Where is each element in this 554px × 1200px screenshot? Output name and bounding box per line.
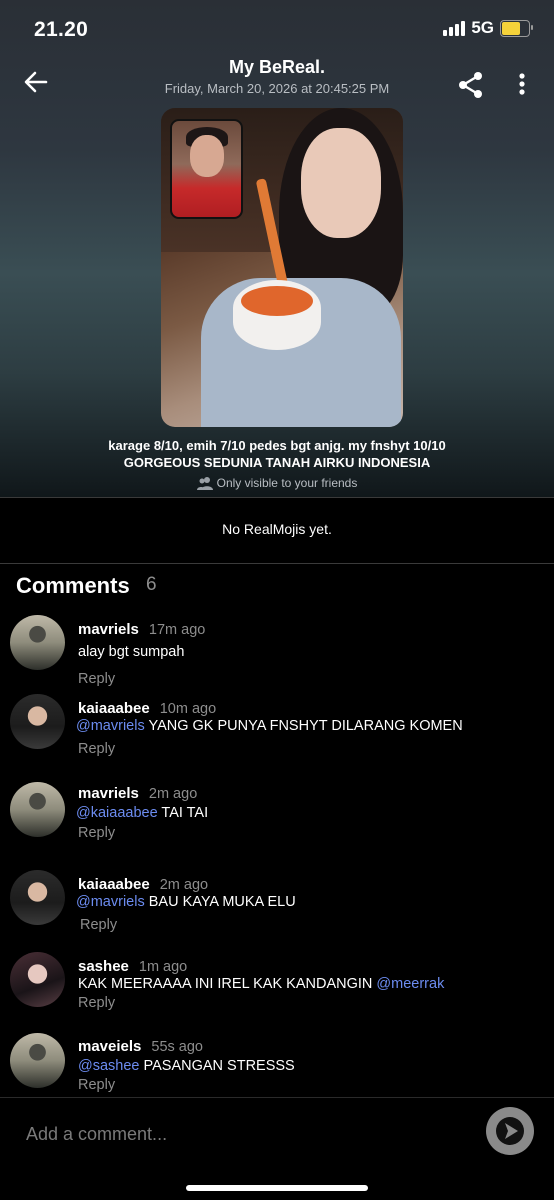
visibility-label: Only visible to your friends (216, 476, 358, 490)
more-options-button[interactable] (512, 70, 532, 100)
reply-button[interactable]: Reply (78, 995, 115, 1011)
caption-line-1: karage 8/10, emih 7/10 pedes bgt anjg. m… (108, 438, 446, 453)
bereal-front-camera-inset[interactable] (170, 119, 243, 219)
more-vertical-icon (519, 73, 525, 95)
avatar[interactable] (10, 694, 65, 749)
comment-time: 55s ago (151, 1039, 203, 1055)
signal-icon (443, 20, 466, 36)
reply-button[interactable]: Reply (78, 825, 115, 841)
visibility-note: Only visible to your friends (0, 476, 554, 490)
reply-button[interactable]: Reply (80, 917, 117, 933)
share-button[interactable] (456, 70, 486, 100)
comment-text: @mavriels BAU KAYA MUKA ELU (76, 894, 296, 910)
avatar[interactable] (10, 1033, 65, 1088)
mention-link[interactable]: @mavriels (76, 718, 145, 734)
avatar[interactable] (10, 952, 65, 1007)
avatar[interactable] (10, 782, 65, 837)
comment-text: alay bgt sumpah (78, 644, 185, 660)
home-indicator (186, 1185, 368, 1191)
caption-line-2: GORGEOUS SEDUNIA TANAH AIRKU INDONESIA (123, 455, 431, 470)
mention-link[interactable]: @sashee (78, 1058, 139, 1074)
comment-text: @sashee PASANGAN STRESSS (78, 1058, 295, 1074)
comment-time: 17m ago (148, 622, 206, 638)
comment-author[interactable]: mavriels 2m ago (78, 785, 197, 802)
comments-title: Comments (16, 573, 130, 598)
comment-author[interactable]: maveiels 55s ago (78, 1038, 203, 1055)
comment-author[interactable]: kaiaaabee 10m ago (78, 700, 216, 717)
comment-author[interactable]: mavriels 17m ago (78, 621, 205, 638)
comment-time: 10m ago (159, 701, 217, 717)
status-time: 21.20 (34, 18, 89, 41)
send-button[interactable] (486, 1107, 534, 1155)
comment-text: KAK MEERAAAA INI IREL KAK KANDANGIN @mee… (78, 976, 445, 992)
comment-time: 2m ago (148, 786, 198, 802)
avatar[interactable] (10, 870, 65, 925)
reply-button[interactable]: Reply (78, 1077, 115, 1093)
share-icon (459, 72, 482, 98)
status-indicators: 5G (443, 18, 533, 38)
comment-author[interactable]: sashee 1m ago (78, 958, 187, 975)
comment-text: @mavriels YANG GK PUNYA FNSHYT DILARANG … (76, 718, 463, 734)
reply-button[interactable]: Reply (78, 671, 115, 687)
comment-time: 2m ago (159, 877, 209, 893)
avatar[interactable] (10, 615, 65, 670)
comment-author[interactable]: kaiaaabee 2m ago (78, 876, 208, 893)
mention-link[interactable]: @meerrak (376, 976, 444, 992)
divider (0, 563, 554, 564)
post-caption: karage 8/10, emih 7/10 pedes bgt anjg. m… (0, 437, 554, 471)
send-icon (496, 1117, 524, 1145)
comments-count: 6 (146, 574, 157, 595)
comment-input[interactable] (26, 1124, 426, 1145)
divider (0, 1097, 554, 1098)
realmojis-empty: No RealMojis yet. (222, 521, 332, 537)
comment-time: 1m ago (138, 959, 188, 975)
friends-icon (196, 477, 213, 490)
mention-link[interactable]: @mavriels (76, 894, 145, 910)
bereal-main-photo[interactable] (161, 108, 403, 427)
divider (0, 497, 554, 498)
battery-icon (500, 19, 533, 37)
reply-button[interactable]: Reply (78, 741, 115, 757)
mention-link[interactable]: @kaiaaabee (76, 805, 158, 821)
network-label: 5G (471, 18, 494, 37)
noodle-cup (233, 280, 321, 350)
comment-text: @kaiaaabee TAI TAI (76, 805, 209, 821)
